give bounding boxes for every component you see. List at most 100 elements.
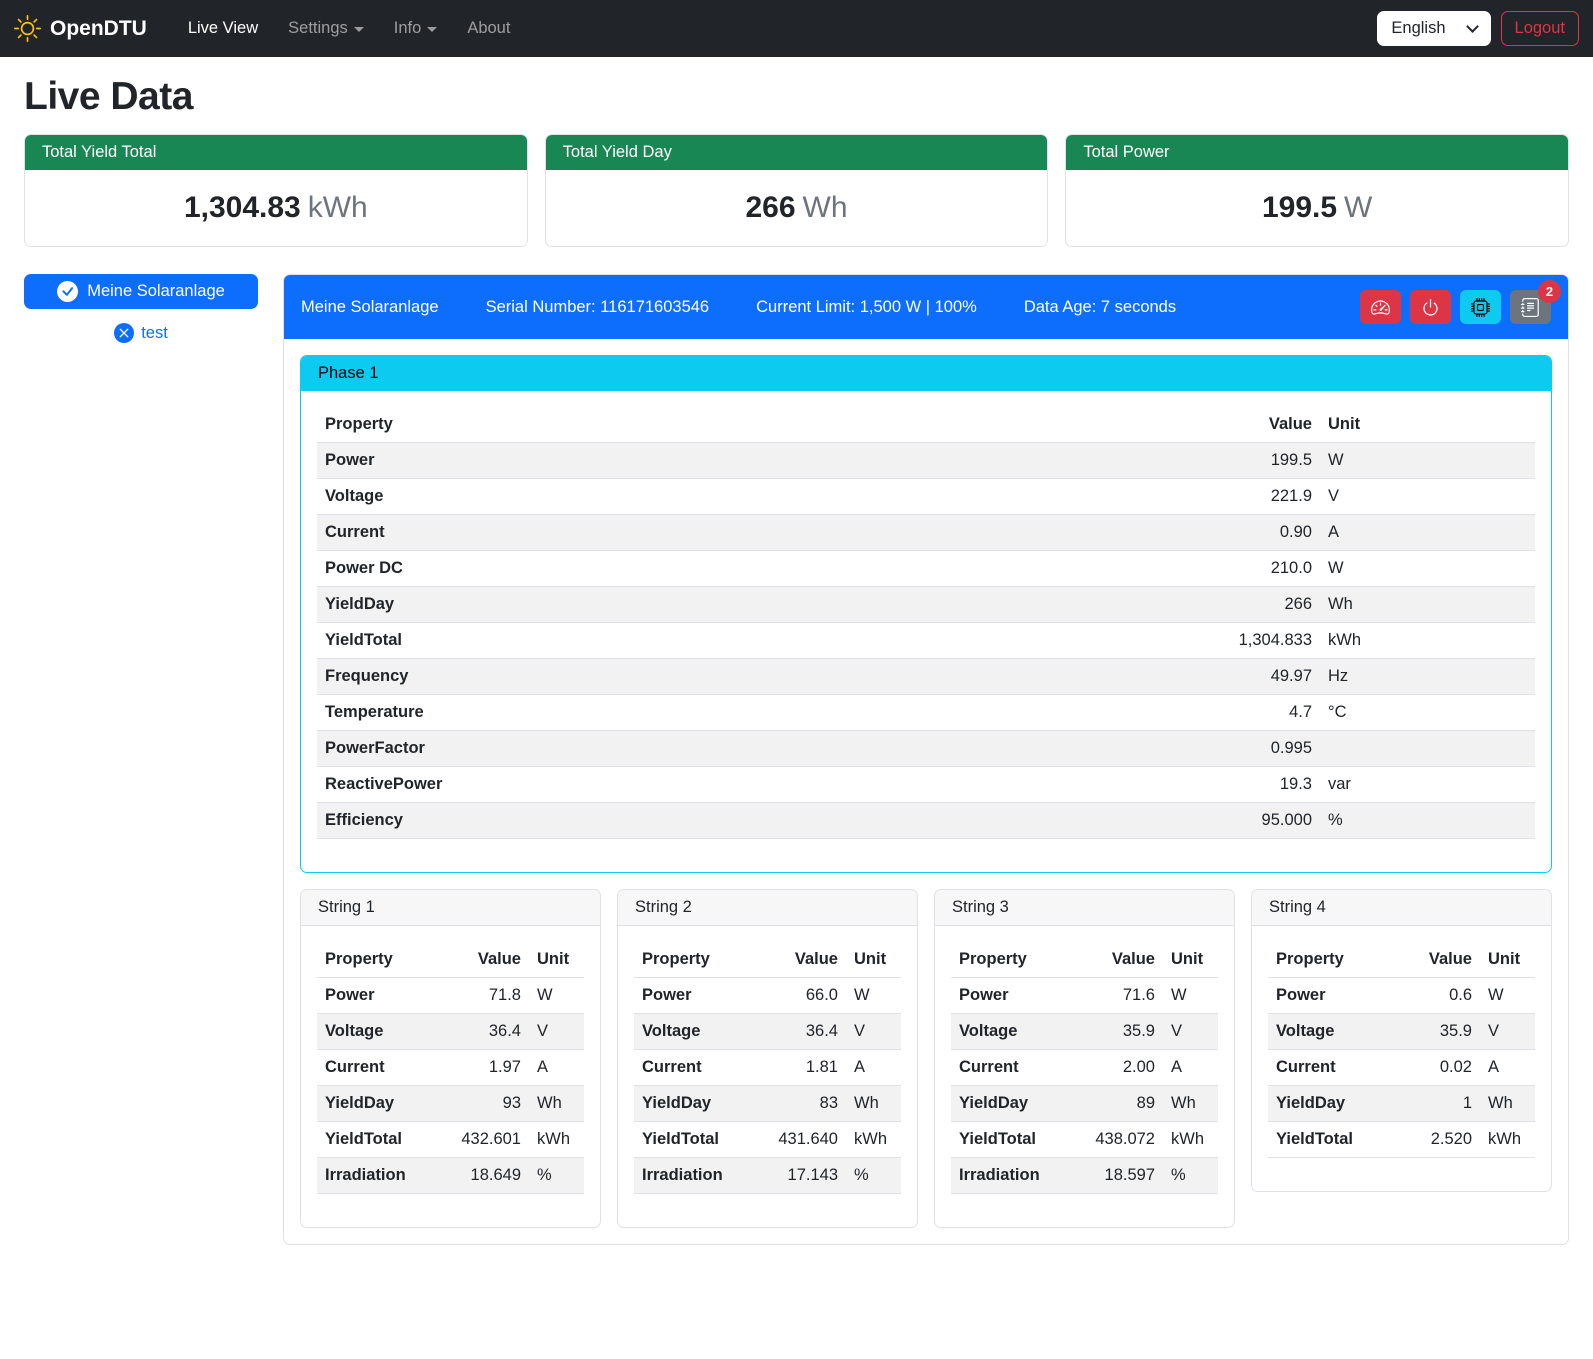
unit-cell: A — [1480, 1050, 1535, 1086]
table-header-row: Property Value Unit — [317, 407, 1535, 443]
phase-table: Property Value Unit Power199.5WVoltage22… — [317, 407, 1535, 839]
value-cell: 18.649 — [436, 1158, 529, 1194]
property-cell: Irradiation — [951, 1158, 1070, 1194]
table-row: YieldDay89Wh — [951, 1086, 1218, 1122]
string-card: String 2PropertyValueUnitPower66.0WVolta… — [617, 889, 918, 1228]
unit-cell: var — [1320, 767, 1535, 803]
x-circle-icon[interactable] — [114, 323, 134, 343]
unit-cell: kWh — [1320, 623, 1535, 659]
limit-settings-button[interactable] — [1360, 290, 1401, 324]
value-cell: 71.8 — [436, 978, 529, 1014]
sun-icon — [14, 15, 41, 42]
table-row: YieldDay1Wh — [1268, 1086, 1535, 1122]
string-card: String 3PropertyValueUnitPower71.6WVolta… — [934, 889, 1235, 1228]
table-row: Current0.02A — [1268, 1050, 1535, 1086]
unit-cell: W — [1320, 443, 1535, 479]
table-row: Irradiation18.597% — [951, 1158, 1218, 1194]
col-unit: Unit — [1163, 942, 1218, 978]
value-cell: 0.02 — [1398, 1050, 1480, 1086]
string-card-body: PropertyValueUnitPower66.0WVoltage36.4VC… — [618, 926, 917, 1227]
card-value-row: 1,304.83kWh — [25, 170, 527, 246]
property-cell: Power — [951, 978, 1070, 1014]
table-row: Current1.97A — [317, 1050, 584, 1086]
value-cell: 83 — [753, 1086, 846, 1122]
inverter-offline-item: test — [24, 323, 258, 343]
inverter-data-age: Data Age: 7 seconds — [1024, 298, 1176, 317]
language-select[interactable]: English — [1377, 11, 1490, 46]
value-cell: 89 — [1070, 1086, 1163, 1122]
inverter-test-link[interactable]: test — [141, 324, 168, 343]
unit-cell: kWh — [1480, 1122, 1535, 1158]
property-cell: PowerFactor — [317, 731, 918, 767]
unit-cell: W — [1163, 978, 1218, 1014]
string-card-body: PropertyValueUnitPower71.6WVoltage35.9VC… — [935, 926, 1234, 1227]
nav-item-live-view[interactable]: Live View — [173, 11, 273, 46]
col-value: Value — [918, 407, 1320, 443]
unit-cell: A — [529, 1050, 584, 1086]
value-cell: 221.9 — [918, 479, 1320, 515]
table-row: Frequency49.97Hz — [317, 659, 1535, 695]
col-property: Property — [634, 942, 753, 978]
string-title: String 1 — [301, 890, 600, 926]
value-cell: 66.0 — [753, 978, 846, 1014]
power-button[interactable] — [1410, 290, 1451, 324]
col-unit: Unit — [1480, 942, 1535, 978]
nav-item-about[interactable]: About — [452, 11, 525, 46]
table-row: Irradiation18.649% — [317, 1158, 584, 1194]
logout-button[interactable]: Logout — [1501, 11, 1579, 46]
col-value: Value — [436, 942, 529, 978]
table-row: Power199.5W — [317, 443, 1535, 479]
card-unit: W — [1344, 191, 1372, 224]
event-log-button[interactable]: 2 — [1510, 290, 1551, 324]
value-cell: 1 — [1398, 1086, 1480, 1122]
value-cell: 2.520 — [1398, 1122, 1480, 1158]
value-cell: 0.6 — [1398, 978, 1480, 1014]
property-cell: YieldDay — [1268, 1086, 1398, 1122]
journal-text-icon — [1521, 298, 1540, 317]
table-row: Voltage221.9V — [317, 479, 1535, 515]
unit-cell: % — [1163, 1158, 1218, 1194]
unit-cell: A — [1320, 515, 1535, 551]
value-cell: 4.7 — [918, 695, 1320, 731]
string-card: String 1PropertyValueUnitPower71.8WVolta… — [300, 889, 601, 1228]
table-row: Voltage36.4V — [634, 1014, 901, 1050]
property-cell: YieldDay — [317, 587, 918, 623]
value-cell: 1.97 — [436, 1050, 529, 1086]
value-cell: 199.5 — [918, 443, 1320, 479]
card-value: 266 — [745, 191, 795, 224]
property-cell: Power DC — [317, 551, 918, 587]
unit-cell: °C — [1320, 695, 1535, 731]
unit-cell: V — [1320, 479, 1535, 515]
table-row: YieldTotal1,304.833kWh — [317, 623, 1535, 659]
table-row: Voltage35.9V — [1268, 1014, 1535, 1050]
property-cell: YieldTotal — [317, 1122, 436, 1158]
string-table: PropertyValueUnitPower71.6WVoltage35.9VC… — [951, 942, 1218, 1194]
card-value-row: 266Wh — [546, 170, 1048, 246]
card-unit: kWh — [308, 191, 368, 224]
property-cell: Voltage — [1268, 1014, 1398, 1050]
string-card: String 4PropertyValueUnitPower0.6WVoltag… — [1251, 889, 1552, 1192]
unit-cell: A — [846, 1050, 901, 1086]
inverter-select-button[interactable]: Meine Solaranlage — [24, 274, 258, 309]
value-cell: 438.072 — [1070, 1122, 1163, 1158]
unit-cell: % — [846, 1158, 901, 1194]
property-cell: Power — [634, 978, 753, 1014]
col-value: Value — [753, 942, 846, 978]
inverter-limit: Current Limit: 1,500 W | 100% — [756, 298, 977, 317]
col-value: Value — [1070, 942, 1163, 978]
chevron-down-icon — [1466, 20, 1479, 33]
cpu-icon — [1471, 298, 1490, 317]
table-row: Irradiation17.143% — [634, 1158, 901, 1194]
power-icon — [1421, 298, 1440, 317]
card-title: Total Yield Day — [546, 135, 1048, 170]
table-row: Power DC210.0W — [317, 551, 1535, 587]
nav-item-settings[interactable]: Settings — [273, 11, 379, 46]
col-unit: Unit — [529, 942, 584, 978]
table-row: Efficiency95.000% — [317, 803, 1535, 839]
device-info-button[interactable] — [1460, 290, 1501, 324]
property-cell: YieldDay — [951, 1086, 1070, 1122]
unit-cell: Wh — [1163, 1086, 1218, 1122]
nav-item-info[interactable]: Info — [379, 11, 453, 46]
unit-cell: Wh — [846, 1086, 901, 1122]
table-row: YieldTotal431.640kWh — [634, 1122, 901, 1158]
